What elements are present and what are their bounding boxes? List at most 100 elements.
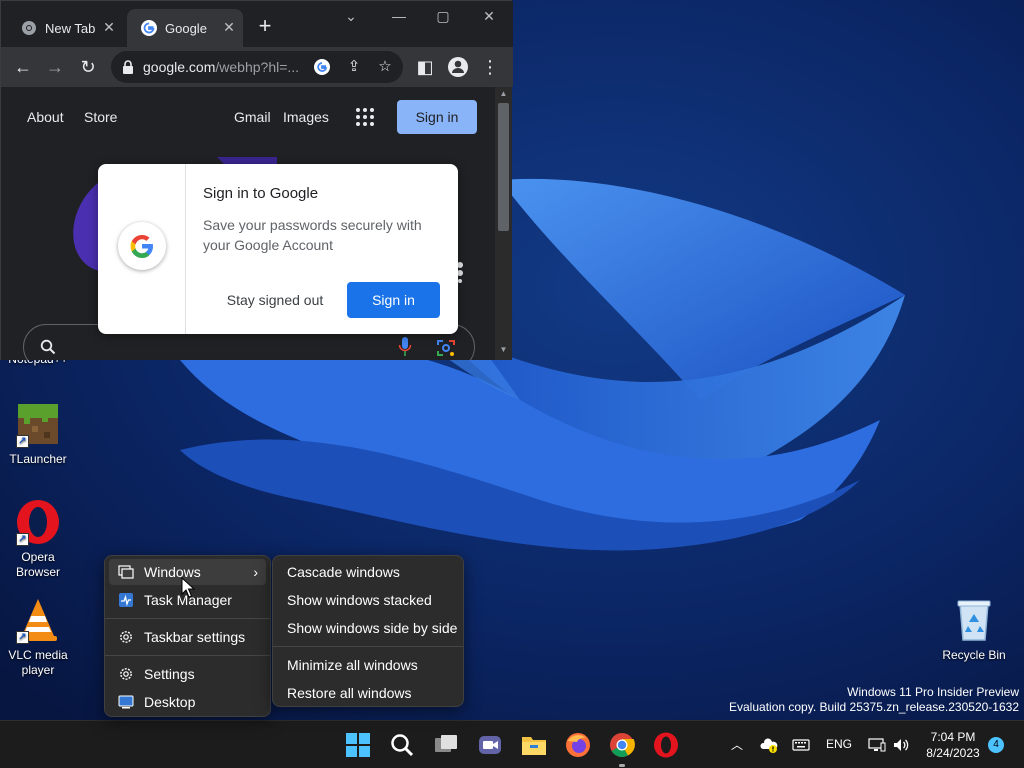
desktop-icon: [118, 695, 134, 709]
chevron-right-icon: ›: [253, 564, 258, 580]
address-bar[interactable]: google.com/webhp?hl=... ⇪ ☆: [111, 51, 403, 83]
submenu-item-label: Cascade windows: [287, 564, 400, 580]
show-hidden-icons-chevron-icon[interactable]: ︿: [728, 736, 746, 754]
scroll-up-icon[interactable]: ▲: [495, 89, 512, 98]
desktop-icon-tlauncher[interactable]: ↗ TLauncher: [0, 400, 76, 467]
submenu-item-label: Show windows stacked: [287, 592, 432, 608]
tab-new-tab[interactable]: New Tab ✕: [7, 9, 123, 47]
file-explorer-icon[interactable]: [518, 729, 550, 761]
watermark-line1: Windows 11 Pro Insider Preview: [847, 685, 1019, 699]
keyboard-icon[interactable]: [792, 736, 810, 754]
teams-icon[interactable]: [474, 729, 506, 761]
bookmark-star-icon[interactable]: ☆: [374, 56, 396, 78]
menu-kebab-icon[interactable]: ⋮: [476, 53, 504, 81]
submenu-cascade-windows[interactable]: Cascade windows: [277, 559, 459, 585]
start-icon[interactable]: [342, 729, 374, 761]
menu-item-label: Settings: [144, 666, 195, 682]
images-link[interactable]: Images: [283, 109, 329, 125]
close-window-icon[interactable]: ✕: [469, 5, 509, 27]
close-tab-icon[interactable]: ✕: [101, 19, 117, 35]
profile-icon[interactable]: [444, 53, 472, 81]
lock-icon[interactable]: [121, 59, 135, 75]
opera-icon[interactable]: [650, 729, 682, 761]
google-signin-button[interactable]: Sign in: [397, 100, 477, 134]
google-lens-icon[interactable]: [311, 56, 333, 78]
popup-title: Sign in to Google: [203, 185, 319, 202]
submenu-item-label: Show windows side by side: [287, 620, 458, 636]
back-icon[interactable]: ←: [9, 53, 37, 81]
clock[interactable]: 7:04 PM 8/24/2023: [920, 729, 986, 761]
task-view-icon[interactable]: [430, 729, 462, 761]
clock-date: 8/24/2023: [926, 746, 980, 760]
language-indicator[interactable]: ENG: [826, 737, 852, 751]
search-icon: [40, 339, 56, 355]
clock-time: 7:04 PM: [930, 730, 976, 744]
submenu-minimize-all-windows[interactable]: Minimize all windows: [277, 652, 459, 678]
volume-icon[interactable]: [892, 736, 910, 754]
close-tab-icon[interactable]: ✕: [221, 19, 237, 35]
menu-item-settings[interactable]: Settings: [109, 661, 266, 687]
sign-in-to-google-popup: Sign in to Google Save your passwords se…: [98, 164, 458, 334]
chrome-icon[interactable]: [606, 729, 638, 761]
windows-icon: [118, 565, 134, 579]
popup-body: Save your passwords securely with your G…: [203, 217, 422, 253]
popup-sign-in-button[interactable]: Sign in: [347, 282, 440, 318]
side-panel-icon[interactable]: ◧: [411, 53, 439, 81]
tab-strip: New Tab ✕ Google ✕ + ⌄ — ▢ ✕: [1, 1, 513, 47]
menu-separator: [105, 655, 270, 656]
task-manager-icon: [119, 593, 133, 607]
menu-item-desktop[interactable]: Desktop: [109, 689, 266, 715]
forward-icon[interactable]: →: [41, 53, 69, 81]
tab-label: Google: [165, 20, 207, 36]
google-icon: [141, 20, 157, 36]
gear-icon: [120, 668, 132, 680]
menu-item-taskbar-settings[interactable]: Taskbar settings: [109, 624, 266, 650]
firefox-icon[interactable]: [562, 729, 594, 761]
desktop-icon-vlc[interactable]: ↗ VLC media player: [0, 596, 76, 678]
watermark-line2: Evaluation copy. Build 25375.zn_release.…: [729, 700, 1019, 714]
submenu-show-windows-side-by-side[interactable]: Show windows side by side: [277, 615, 459, 641]
search-icon[interactable]: [386, 729, 418, 761]
windows-submenu: Cascade windows Show windows stacked Sho…: [272, 555, 464, 707]
scroll-thumb[interactable]: [498, 103, 509, 231]
url-text: google.com/webhp?hl=...: [143, 59, 300, 75]
taskbar[interactable]: ︿ ENG 7:04 PM 8/24/2023 4: [0, 720, 1024, 768]
google-apps-icon[interactable]: [355, 107, 375, 127]
camera-lens-icon[interactable]: [436, 338, 456, 358]
about-link[interactable]: About: [27, 109, 64, 125]
new-tab-button[interactable]: +: [253, 15, 277, 39]
submenu-restore-all-windows[interactable]: Restore all windows: [277, 680, 459, 706]
network-icon[interactable]: [868, 736, 886, 754]
browser-toolbar: ← → ↻ google.com/webhp?hl=... ⇪ ☆ ◧ ⋮: [1, 47, 513, 87]
desktop-icon-opera[interactable]: ↗ Opera Browser: [0, 498, 76, 580]
stay-signed-out-button[interactable]: Stay signed out: [216, 282, 334, 318]
menu-item-label: Desktop: [144, 694, 196, 710]
microphone-icon[interactable]: [398, 336, 412, 358]
store-link[interactable]: Store: [84, 109, 117, 125]
desktop-icon-recycle-bin[interactable]: Recycle Bin: [936, 596, 1012, 663]
notification-badge[interactable]: 4: [988, 737, 1004, 753]
submenu-show-windows-stacked[interactable]: Show windows stacked: [277, 587, 459, 613]
gmail-link[interactable]: Gmail: [234, 109, 271, 125]
gear-icon: [120, 631, 132, 643]
vlc-icon: ↗: [14, 596, 62, 644]
chrome-icon: [22, 21, 36, 35]
vertical-scrollbar[interactable]: ▲ ▼: [495, 87, 512, 360]
desktop-icon-label: VLC media player: [8, 648, 68, 677]
minimize-icon[interactable]: —: [379, 5, 419, 27]
share-icon[interactable]: ⇪: [343, 56, 365, 78]
tab-google[interactable]: Google ✕: [127, 9, 243, 47]
onedrive-warning-icon[interactable]: [760, 736, 778, 754]
menu-separator: [105, 618, 270, 619]
tab-search-icon[interactable]: ⌄: [331, 5, 371, 27]
tlauncher-icon: ↗: [14, 400, 62, 448]
reload-icon[interactable]: ↻: [74, 53, 102, 81]
desktop-icon-label: Recycle Bin: [942, 648, 1006, 662]
mouse-cursor-icon: [181, 577, 195, 598]
menu-item-label: Taskbar settings: [144, 629, 246, 645]
scroll-down-icon[interactable]: ▼: [495, 345, 512, 354]
opera-icon: ↗: [14, 498, 62, 546]
menu-separator: [273, 646, 463, 647]
desktop-icon-label: Opera Browser: [15, 550, 60, 579]
maximize-icon[interactable]: ▢: [423, 5, 463, 27]
